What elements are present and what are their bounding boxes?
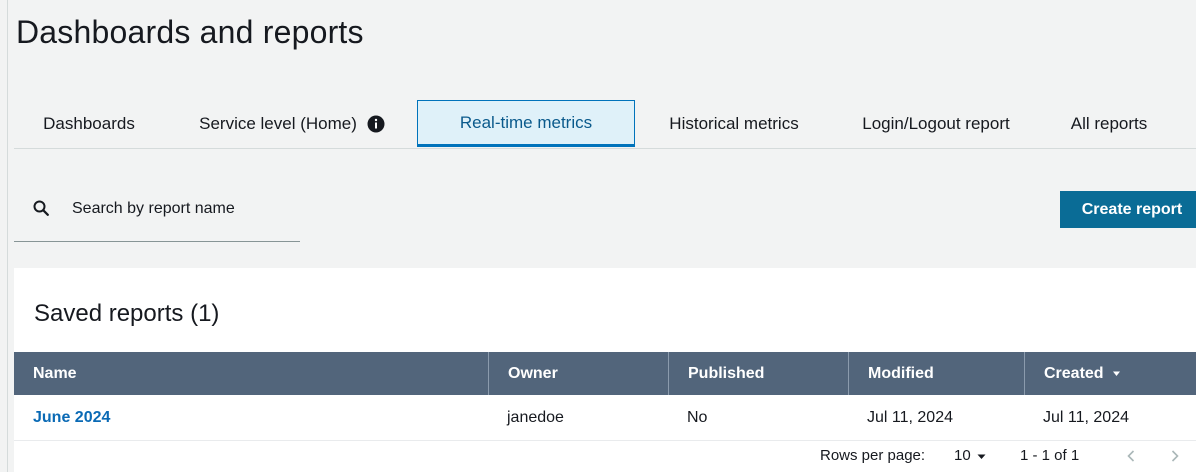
tab-label: Service level (Home) — [199, 114, 357, 133]
search-input[interactable] — [70, 194, 300, 224]
prev-page-button[interactable] — [1126, 440, 1138, 472]
rows-per-page-value: 10 — [954, 447, 971, 464]
created-cell: Jul 11, 2024 — [1043, 409, 1129, 426]
info-icon[interactable] — [367, 115, 385, 133]
report-name-link[interactable]: June 2024 — [14, 395, 488, 440]
column-header-created[interactable]: Created — [1024, 352, 1196, 395]
column-label: Modified — [868, 365, 934, 382]
chevron-right-icon — [1171, 450, 1179, 462]
column-label: Owner — [508, 365, 558, 382]
window-border — [7, 0, 8, 472]
create-report-button[interactable]: Create report — [1060, 191, 1196, 228]
page-range: 1 - 1 of 1 — [1020, 447, 1080, 464]
column-label: Published — [688, 365, 765, 382]
owner-cell: janedoe — [507, 409, 564, 426]
tab-service-level[interactable]: Service level (Home) — [174, 100, 410, 147]
rows-per-page-select[interactable]: 10 — [954, 440, 986, 472]
tab-real-time-metrics[interactable]: Real-time metrics — [417, 100, 635, 147]
search-icon — [33, 200, 49, 216]
tab-label: Dashboards — [43, 114, 135, 133]
tab-historical-metrics[interactable]: Historical metrics — [634, 100, 834, 147]
column-label: Name — [33, 365, 77, 382]
column-header-name[interactable]: Name — [14, 352, 488, 395]
tab-label: All reports — [1070, 114, 1148, 133]
tab-label: Login/Logout report — [862, 114, 1010, 133]
column-header-owner[interactable]: Owner — [488, 352, 668, 395]
saved-reports-panel: Saved reports (1) Name Owner Published M… — [14, 268, 1196, 472]
tab-login-logout-report[interactable]: Login/Logout report — [836, 100, 1036, 147]
pagination: Rows per page: 10 1 - 1 of 1 — [14, 440, 1196, 472]
tab-all-reports[interactable]: All reports — [1054, 100, 1164, 147]
modified-cell: Jul 11, 2024 — [867, 409, 953, 426]
table-row: June 2024 janedoe No Jul 11, 2024 Jul 11… — [14, 395, 1196, 441]
tab-bar: Dashboards Service level (Home) Real-tim… — [14, 100, 1196, 149]
column-label: Created — [1044, 365, 1104, 382]
column-header-published[interactable]: Published — [668, 352, 848, 395]
published-cell: No — [687, 409, 708, 426]
saved-reports-title: Saved reports (1) — [34, 300, 220, 327]
tab-label: Historical metrics — [669, 114, 799, 133]
table-header: Name Owner Published Modified Created — [14, 352, 1196, 395]
page-title: Dashboards and reports — [16, 14, 364, 50]
sort-down-icon — [1112, 371, 1120, 376]
chevron-left-icon — [1127, 450, 1135, 462]
tab-label: Real-time metrics — [459, 113, 593, 132]
next-page-button[interactable] — [1170, 440, 1182, 472]
column-header-modified[interactable]: Modified — [848, 352, 1024, 395]
tab-dashboards[interactable]: Dashboards — [14, 100, 164, 147]
chevron-down-icon — [977, 454, 986, 459]
search-box — [14, 187, 300, 242]
rows-per-page-label: Rows per page: — [820, 447, 926, 464]
